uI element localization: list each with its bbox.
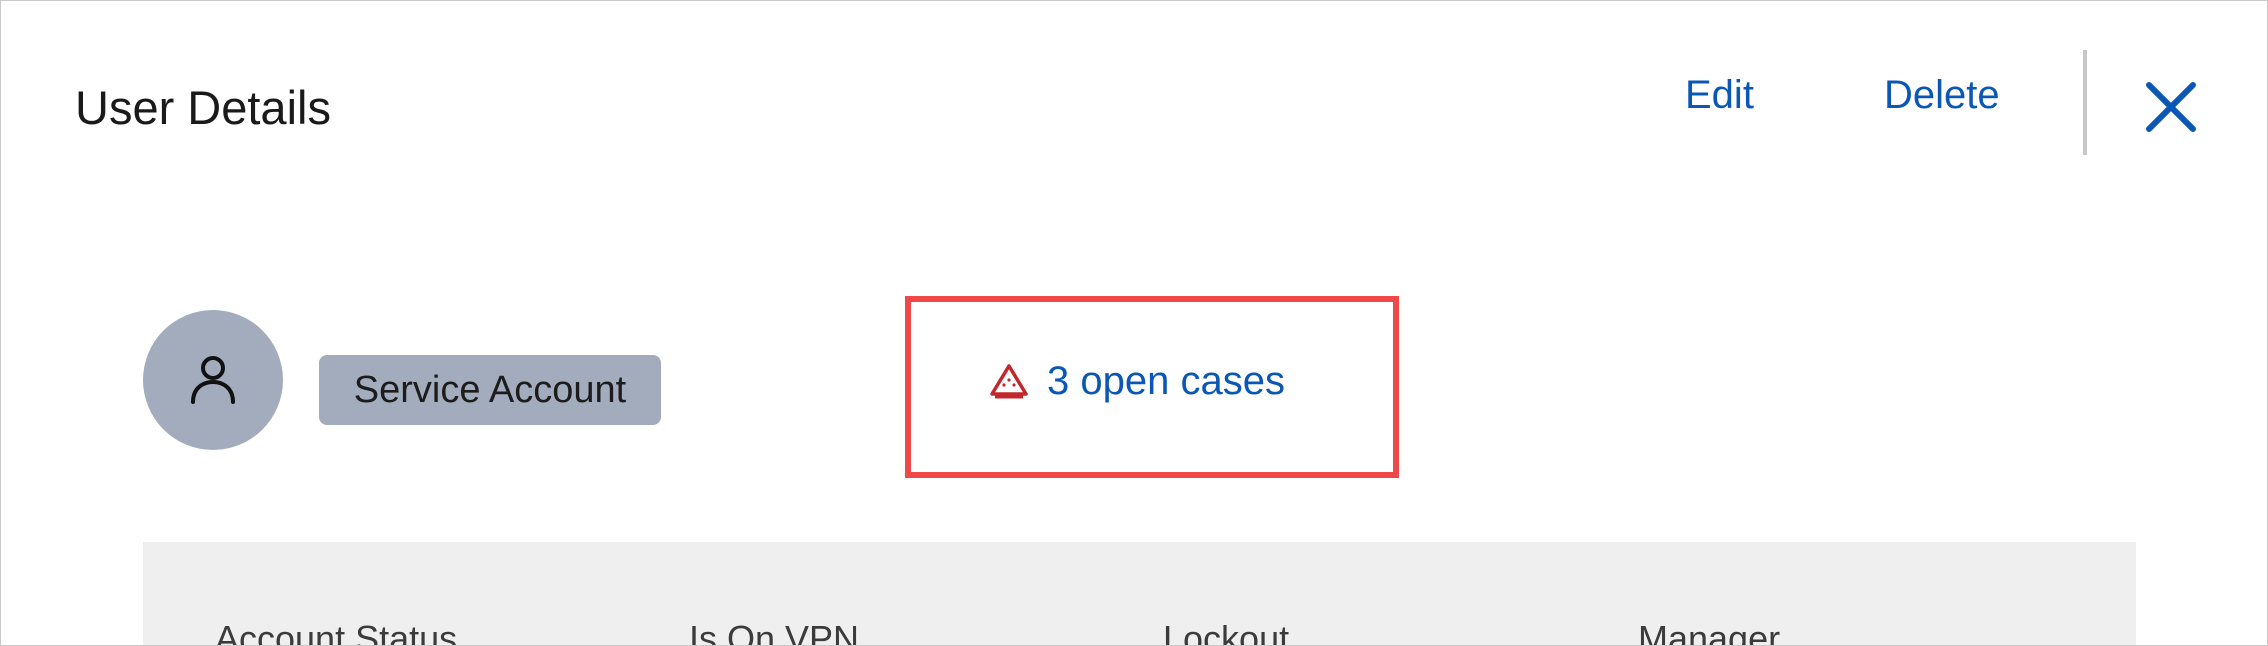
open-cases-link[interactable]: 3 open cases [989, 357, 1285, 405]
close-button[interactable] [2143, 79, 2199, 135]
field-label-lockout: Lockout [1163, 618, 1290, 646]
page-title: User Details [75, 81, 331, 134]
user-icon [191, 356, 235, 404]
delete-button[interactable]: Delete [1884, 71, 2000, 119]
account-type-badge: Service Account [319, 355, 661, 425]
warning-triangle-icon [990, 364, 1028, 399]
edit-button[interactable]: Edit [1685, 71, 1754, 119]
close-icon [2146, 82, 2196, 132]
avatar [143, 310, 283, 450]
open-cases-label: 3 open cases [1047, 358, 1285, 403]
user-details-panel: User Details Edit Delete Service Account… [0, 0, 2268, 646]
field-label-account-status: Account Status [215, 618, 458, 646]
field-label-manager: Manager [1638, 618, 1781, 646]
field-label-is-on-vpn: Is On VPN [689, 618, 860, 646]
header-divider [2083, 50, 2087, 155]
